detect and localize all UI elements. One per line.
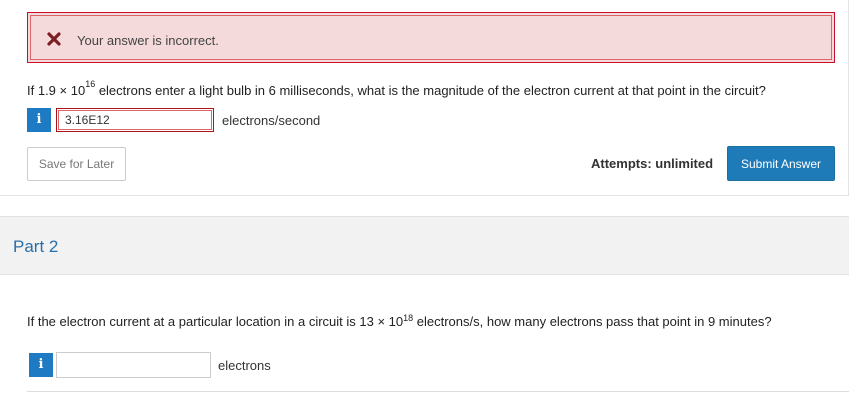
incorrect-alert: Your answer is incorrect. — [27, 12, 835, 63]
unit-label: electrons — [218, 358, 271, 373]
alert-message: Your answer is incorrect. — [77, 33, 219, 48]
part2-header: Part 2 — [0, 216, 849, 275]
submit-answer-button[interactable]: Submit Answer — [727, 146, 835, 181]
question-text: If the electron current at a particular … — [27, 313, 772, 329]
exponent: 16 — [85, 79, 96, 89]
info-icon[interactable]: i — [29, 353, 53, 377]
info-icon[interactable]: i — [27, 108, 51, 132]
save-for-later-button[interactable]: Save for Later — [27, 147, 126, 181]
unit-label: electrons/second — [222, 113, 321, 128]
close-x-icon — [47, 32, 61, 46]
answer-input[interactable] — [56, 352, 211, 378]
part1-section: Your answer is incorrect. If 1.9 × 1016 … — [0, 0, 849, 196]
answer-input[interactable] — [56, 108, 214, 132]
exponent: 18 — [403, 313, 414, 323]
divider — [27, 391, 849, 395]
part-title: Part 2 — [13, 237, 59, 256]
attempts-label: Attempts: unlimited — [591, 156, 714, 171]
question-text: If 1.9 × 1016 electrons enter a light bu… — [27, 79, 766, 98]
